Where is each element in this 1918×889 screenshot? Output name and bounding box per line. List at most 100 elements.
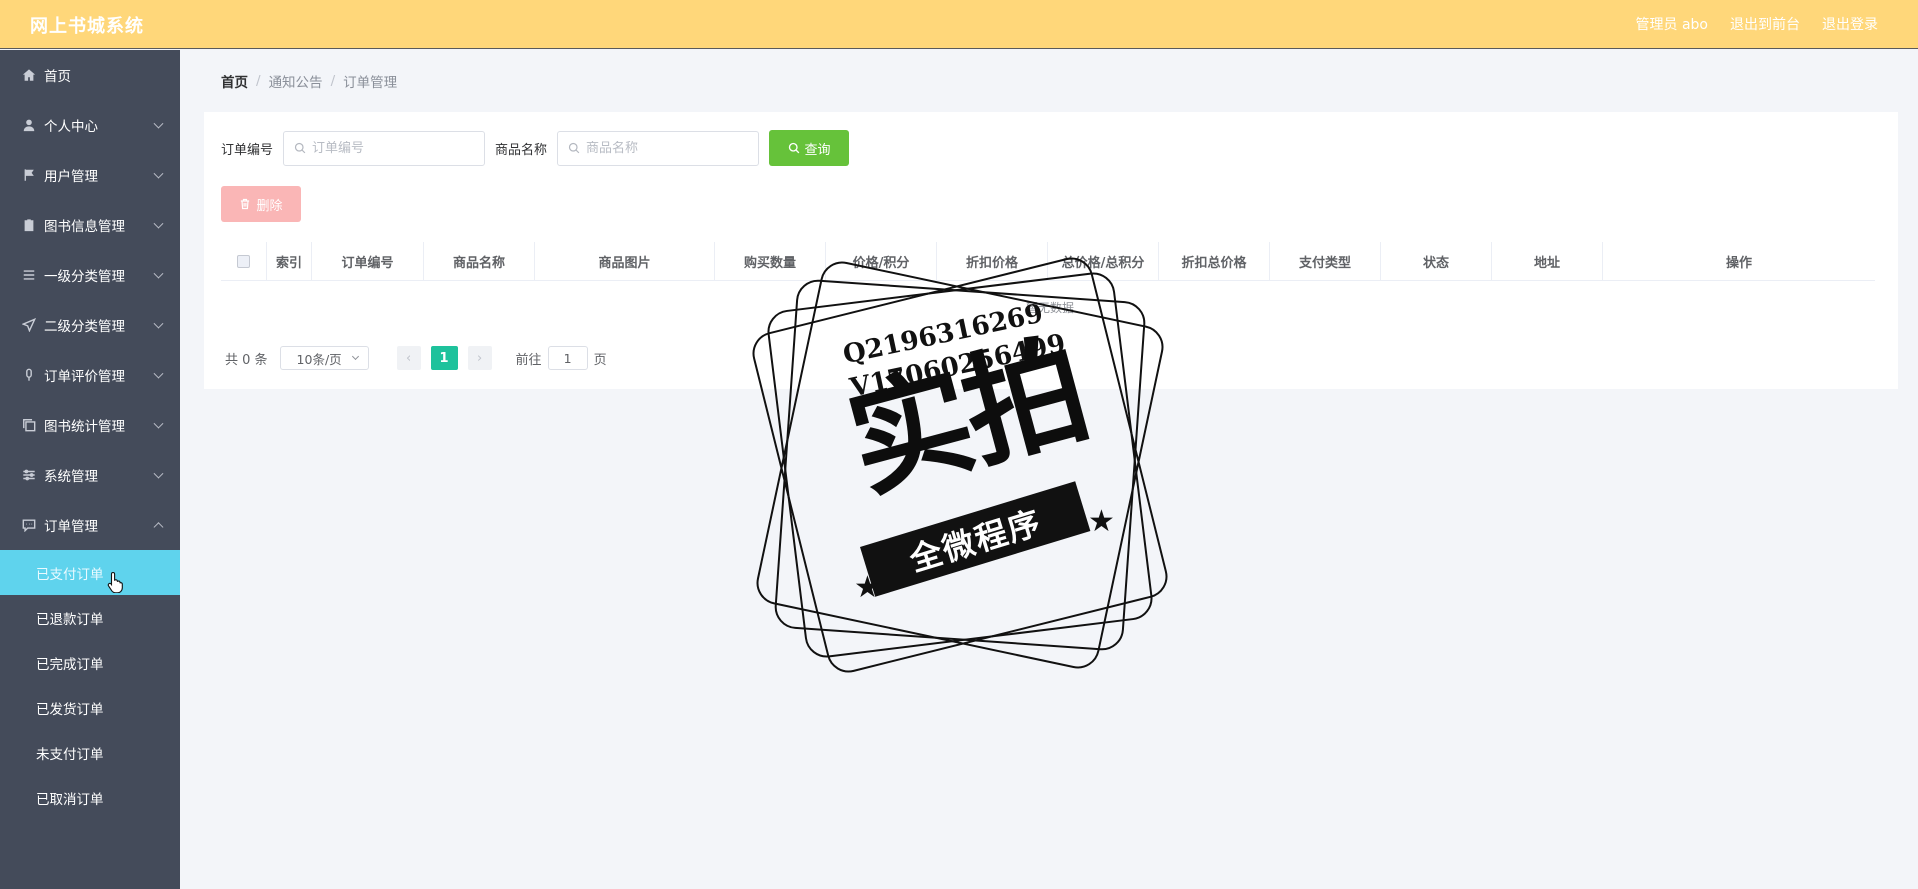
sidebar-item-personal-center[interactable]: 个人中心: [0, 100, 180, 150]
trash-icon: [241, 198, 250, 210]
product-name-field[interactable]: [557, 130, 760, 166]
goto-page-input[interactable]: 1: [547, 346, 588, 370]
sidebar-item-level1-category[interactable]: 一级分类管理: [0, 250, 180, 300]
order-number-label: 订单编号: [221, 142, 274, 158]
breadcrumb-separator: /: [330, 73, 336, 89]
select-all-cell: [221, 242, 267, 280]
star-icon: ★: [854, 570, 881, 605]
page-number-1[interactable]: 1: [430, 346, 458, 370]
column-header: 支付类型: [1270, 242, 1381, 280]
chevron-down-icon: [153, 368, 164, 379]
copy-icon: [22, 418, 36, 432]
query-button[interactable]: 查询: [769, 130, 850, 166]
sidebar-item-user-management[interactable]: 用户管理: [0, 150, 180, 200]
sidebar-item-label: 图书统计管理: [44, 419, 125, 435]
column-header: 状态: [1381, 242, 1492, 280]
breadcrumb-notice[interactable]: 通知公告: [269, 71, 323, 91]
chevron-down-icon: [153, 418, 164, 429]
chevron-up-icon: [153, 522, 164, 533]
prev-page-button[interactable]: ‹: [396, 346, 421, 370]
chevron-down-icon: [153, 468, 164, 479]
sidebar-subitem-shipped-orders[interactable]: 已发货订单: [0, 685, 180, 730]
column-header: 商品名称: [424, 242, 535, 280]
order-number-field[interactable]: [283, 130, 486, 166]
logout-link[interactable]: 退出登录: [1822, 14, 1878, 34]
sidebar-subitem-refunded-orders[interactable]: 已退款订单: [0, 595, 180, 640]
query-button-label: 查询: [804, 142, 831, 158]
sidebar-subitem-completed-orders[interactable]: 已完成订单: [0, 640, 180, 685]
sidebar-item-label: 首页: [44, 69, 71, 85]
search-icon: [788, 142, 799, 154]
chevron-right-icon: ›: [476, 350, 483, 366]
search-icon: [568, 142, 580, 154]
pagination-total: 共 0 条: [225, 352, 268, 368]
sidebar-subitem-cancelled-orders[interactable]: 已取消订单: [0, 775, 180, 820]
chevron-down-icon: [153, 318, 164, 329]
sidebar-item-label: 系统管理: [44, 469, 98, 485]
breadcrumb-home[interactable]: 首页: [221, 71, 248, 91]
chat-icon: [22, 518, 36, 532]
sidebar-item-level2-category[interactable]: 二级分类管理: [0, 300, 180, 350]
column-header: 索引: [267, 242, 312, 280]
sidebar-item-label: 用户管理: [44, 169, 98, 185]
product-name-label: 商品名称: [495, 142, 548, 158]
list-icon: [22, 268, 36, 282]
sidebar: 首页 个人中心 用户管理 图书信息管理 一级分类管理 二级分类管理 订单评价管理…: [0, 50, 180, 889]
product-name-input[interactable]: [586, 140, 747, 156]
search-bar: 订单编号 商品名称 查询: [221, 130, 850, 166]
home-icon: [22, 68, 36, 82]
delete-button-label: 删除: [256, 198, 283, 214]
user-icon: [22, 118, 36, 132]
select-all-checkbox[interactable]: [237, 254, 250, 268]
goto-prefix: 前往: [515, 352, 542, 368]
column-header: 地址: [1492, 242, 1603, 280]
sidebar-subitem-unpaid-orders[interactable]: 未支付订单: [0, 730, 180, 775]
admin-label: 管理员 abo: [1635, 17, 1708, 33]
hand-cursor-icon: [107, 571, 125, 597]
chevron-down-icon: [153, 268, 164, 279]
sidebar-item-system[interactable]: 系统管理: [0, 450, 180, 500]
send-icon: [22, 318, 36, 332]
delete-button[interactable]: 删除: [221, 186, 301, 222]
goto-suffix: 页: [593, 352, 607, 368]
mic-icon: [22, 368, 36, 382]
column-header: 商品图片: [535, 242, 715, 280]
breadcrumb: 首页 / 通知公告 / 订单管理: [221, 71, 397, 91]
sidebar-item-book-stats[interactable]: 图书统计管理: [0, 400, 180, 450]
star-icon: ★: [1088, 504, 1115, 539]
sidebar-item-label: 一级分类管理: [44, 269, 125, 285]
chevron-down-icon: [351, 352, 359, 361]
sidebar-item-order-review[interactable]: 订单评价管理: [0, 350, 180, 400]
sidebar-item-order-management[interactable]: 订单管理: [0, 500, 180, 550]
chevron-down-icon: [153, 218, 164, 229]
next-page-button[interactable]: ›: [467, 346, 492, 370]
goto-page: 前往 1 页: [516, 346, 607, 370]
sidebar-item-book-info[interactable]: 图书信息管理: [0, 200, 180, 250]
column-header: 操作: [1725, 255, 1752, 271]
breadcrumb-separator: /: [256, 73, 261, 89]
watermark-stamp: Q2196316269 V17060256499 实拍 全微程序 ★ ★: [740, 245, 1180, 685]
page-size-value: 10条/页: [296, 351, 342, 367]
chevron-down-icon: [153, 118, 164, 129]
sidebar-item-label: 订单管理: [44, 519, 98, 535]
order-number-input[interactable]: [312, 140, 473, 156]
chevron-left-icon: ‹: [405, 350, 412, 366]
page-size-select[interactable]: 10条/页: [279, 346, 369, 370]
pagination: 共 0 条 10条/页 ‹ 1 › 前往 1 页: [225, 346, 607, 370]
header-actions: 管理员 abo 退出到前台 退出登录: [1636, 14, 1878, 34]
breadcrumb-current: 订单管理: [343, 75, 398, 91]
search-icon: [294, 142, 306, 154]
sidebar-item-label: 图书信息管理: [44, 219, 125, 235]
column-header: 订单编号: [312, 242, 424, 280]
sidebar-item-label: 个人中心: [44, 119, 98, 135]
sidebar-subitem-paid-orders[interactable]: 已支付订单: [0, 550, 180, 595]
sidebar-item-label: 二级分类管理: [44, 319, 125, 335]
chevron-down-icon: [153, 168, 164, 179]
flag-icon: [22, 168, 36, 182]
sliders-icon: [22, 468, 36, 482]
back-to-front-link[interactable]: 退出到前台: [1730, 14, 1800, 34]
top-header: 网上书城系统 管理员 abo 退出到前台 退出登录: [0, 0, 1918, 49]
sidebar-item-label: 订单评价管理: [44, 369, 125, 385]
clipboard-icon: [22, 218, 36, 232]
sidebar-item-home[interactable]: 首页: [0, 50, 180, 100]
